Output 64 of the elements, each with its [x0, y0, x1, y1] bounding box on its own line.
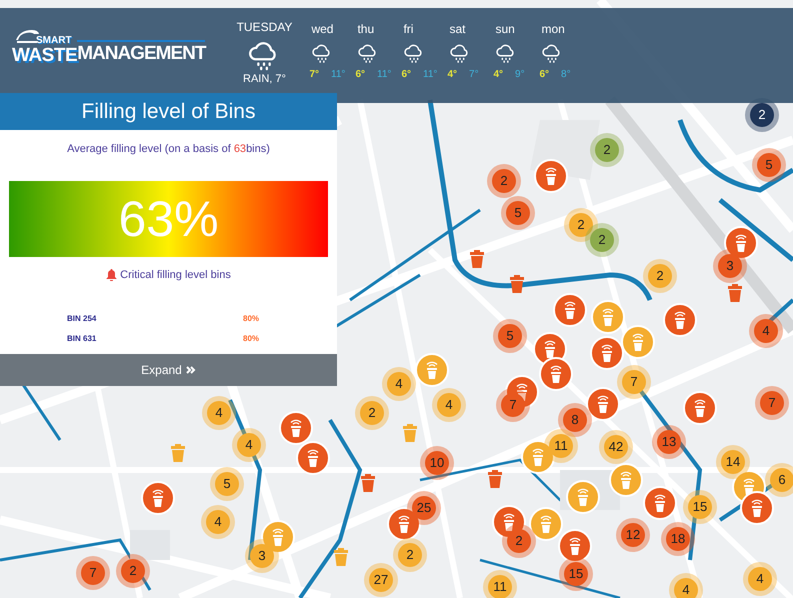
logo-text: MANAGEMENT	[77, 40, 206, 63]
bin-wifi-icon	[538, 514, 554, 534]
bin-wifi-icon	[575, 487, 591, 507]
bin-icon[interactable]	[510, 275, 524, 293]
forecast-low: 9°	[515, 68, 525, 82]
bin-wifi-icon	[305, 448, 321, 468]
bin-wifi-icon	[599, 343, 615, 363]
bin-wifi-icon	[652, 493, 668, 513]
forecast-high: 4°	[447, 68, 458, 82]
logo-text: SMART	[35, 36, 73, 46]
bin-wifi-icon	[630, 332, 646, 352]
bin-wifi-icon	[530, 447, 546, 467]
bin-wifi-icon	[600, 307, 616, 327]
bin-wifi-icon	[543, 166, 559, 186]
bin-icon[interactable]	[361, 474, 375, 492]
bin-name: BIN 631	[67, 333, 98, 345]
bin-wifi-icon	[692, 398, 708, 418]
bin-wifi-icon	[562, 300, 578, 320]
average-percentage: 63%	[118, 194, 219, 244]
today-day: TUESDAY	[236, 20, 292, 34]
bin-level: 80%	[243, 313, 260, 325]
forecast-low: 11°	[423, 68, 438, 82]
critical-label: Critical filling level bins	[120, 268, 231, 282]
bin-wifi-icon	[288, 418, 304, 438]
forecast-day: thu	[355, 20, 374, 38]
forecast-high: 6°	[539, 68, 550, 82]
forecast-high: 7°	[309, 68, 320, 82]
bin-wifi-icon	[542, 339, 558, 359]
bin-name: BIN 254	[67, 313, 98, 325]
forecast-high: 4°	[493, 68, 504, 82]
bin-wifi-icon	[567, 536, 583, 556]
bin-wifi-icon	[150, 488, 166, 508]
bin-wifi-icon	[548, 364, 564, 384]
bin-wifi-icon	[595, 394, 611, 414]
bin-wifi-icon	[733, 233, 749, 253]
bin-level: 80%	[243, 333, 260, 345]
forecast-low: 11°	[377, 68, 392, 82]
bin-wifi-icon	[270, 527, 286, 547]
bin-wifi-icon	[501, 512, 517, 532]
bin-wifi-icon	[672, 310, 688, 330]
forecast-low: 11°	[331, 68, 346, 82]
forecast-day: wed	[309, 20, 334, 38]
forecast-low: 7°	[469, 68, 479, 82]
today-weather: RAIN, 7°	[243, 73, 286, 86]
logo-text: WASTE	[12, 46, 78, 65]
expand-button[interactable]: Expand	[0, 354, 337, 386]
double-chevron-icon	[186, 366, 196, 374]
forecast-high: 6°	[355, 68, 366, 82]
forecast-day: sat	[447, 20, 466, 38]
panel-subtitle: Average filling level (on a basis of 63bins)	[66, 142, 271, 157]
bin-icon[interactable]	[488, 470, 502, 488]
bin-wifi-icon	[424, 360, 440, 380]
bell-icon	[106, 268, 118, 281]
forecast-low: 8°	[561, 68, 571, 82]
bin-wifi-icon	[749, 498, 765, 518]
bin-wifi-icon	[618, 470, 634, 490]
bin-icon[interactable]	[728, 284, 742, 302]
forecast-day: sun	[493, 20, 515, 38]
bin-wifi-icon	[396, 514, 412, 534]
forecast-day: mon	[539, 20, 565, 38]
bin-icon[interactable]	[470, 250, 484, 268]
forecast-day: fri	[401, 20, 414, 38]
panel-title: Filling level of Bins	[0, 93, 337, 130]
forecast-high: 6°	[401, 68, 412, 82]
